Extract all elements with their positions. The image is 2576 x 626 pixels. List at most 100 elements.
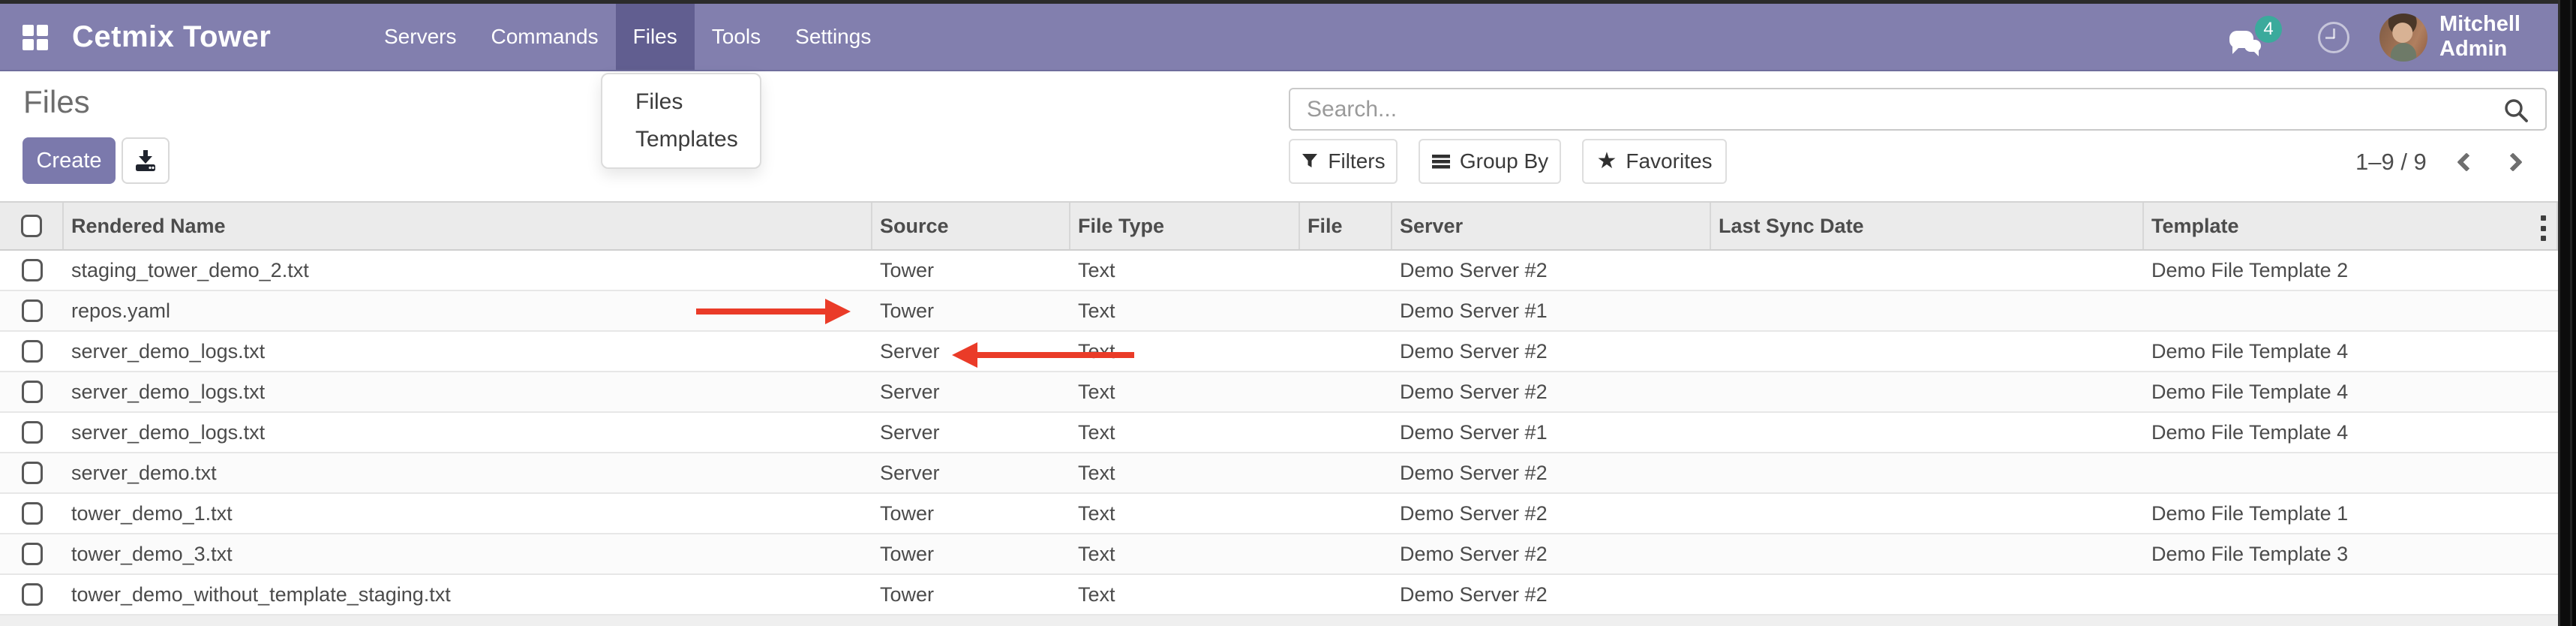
cell-source[interactable]: Server [872,453,1070,492]
cell-file-type[interactable]: Text [1070,453,1300,492]
user-menu[interactable]: Mitchell Admin [2439,4,2576,70]
cell-file-type[interactable]: Text [1070,251,1300,290]
cell-file-type[interactable]: Text [1070,494,1300,533]
cell-rendered-name[interactable]: tower_demo_3.txt [64,534,872,573]
cell-file[interactable] [1300,332,1392,371]
group-by-button[interactable]: Group By [1419,139,1561,184]
cell-server[interactable]: Demo Server #2 [1392,332,1711,371]
cell-template[interactable] [2144,453,2558,492]
table-row[interactable]: server_demo_logs.txt Server Text Demo Se… [0,413,2558,453]
cell-server[interactable]: Demo Server #2 [1392,453,1711,492]
cell-file[interactable] [1300,372,1392,411]
app-brand[interactable]: Cetmix Tower [72,4,271,70]
column-header-file-type[interactable]: File Type [1070,203,1300,249]
search-icon[interactable] [2503,98,2529,123]
cell-file[interactable] [1300,291,1392,330]
apps-grid-icon[interactable] [23,25,48,50]
menu-item-servers[interactable]: Servers [367,4,473,70]
cell-rendered-name[interactable]: server_demo.txt [64,453,872,492]
table-row[interactable]: server_demo_logs.txt Server Text Demo Se… [0,372,2558,413]
cell-file-type[interactable]: Text [1070,534,1300,573]
dropdown-item-files[interactable]: Files [602,83,760,121]
table-row[interactable]: tower_demo_1.txt Tower Text Demo Server … [0,494,2558,534]
filters-button[interactable]: Filters [1289,139,1398,184]
cell-file[interactable] [1300,251,1392,290]
cell-template[interactable]: Demo File Template 4 [2144,372,2558,411]
row-checkbox[interactable] [22,299,43,322]
table-row[interactable]: staging_tower_demo_2.txt Tower Text Demo… [0,251,2558,291]
column-header-template[interactable]: Template [2144,203,2558,249]
cell-template[interactable] [2144,575,2558,614]
column-header-file[interactable]: File [1300,203,1392,249]
row-checkbox[interactable] [22,583,43,606]
messages-count-badge[interactable]: 4 [2255,16,2282,43]
cell-source[interactable]: Server [872,372,1070,411]
cell-last-sync-date[interactable] [1711,453,2144,492]
cell-file-type[interactable]: Text [1070,332,1300,371]
table-row[interactable]: tower_demo_without_template_staging.txt … [0,575,2558,615]
cell-file[interactable] [1300,413,1392,452]
row-checkbox[interactable] [22,340,43,363]
cell-last-sync-date[interactable] [1711,332,2144,371]
search-input[interactable] [1290,89,2545,129]
cell-template[interactable]: Demo File Template 2 [2144,251,2558,290]
menu-item-files[interactable]: Files [616,4,695,70]
cell-source[interactable]: Tower [872,251,1070,290]
cell-file-type[interactable]: Text [1070,291,1300,330]
pagination-next-icon[interactable] [2503,152,2522,171]
column-header-source[interactable]: Source [872,203,1070,249]
user-avatar[interactable] [2379,14,2427,62]
cell-file[interactable] [1300,534,1392,573]
menu-item-tools[interactable]: Tools [695,4,778,70]
row-checkbox[interactable] [22,421,43,444]
cell-last-sync-date[interactable] [1711,291,2144,330]
download-button[interactable] [122,137,170,184]
cell-last-sync-date[interactable] [1711,494,2144,533]
cell-server[interactable]: Demo Server #2 [1392,534,1711,573]
dropdown-item-templates[interactable]: Templates [602,121,760,158]
row-checkbox[interactable] [22,462,43,484]
cell-server[interactable]: Demo Server #2 [1392,575,1711,614]
cell-source[interactable]: Server [872,413,1070,452]
table-row[interactable]: tower_demo_3.txt Tower Text Demo Server … [0,534,2558,575]
cell-server[interactable]: Demo Server #1 [1392,291,1711,330]
cell-file-type[interactable]: Text [1070,575,1300,614]
table-row[interactable]: server_demo.txt Server Text Demo Server … [0,453,2558,494]
cell-rendered-name[interactable]: server_demo_logs.txt [64,372,872,411]
row-checkbox[interactable] [22,381,43,403]
cell-server[interactable]: Demo Server #2 [1392,251,1711,290]
cell-file[interactable] [1300,453,1392,492]
cell-last-sync-date[interactable] [1711,372,2144,411]
cell-rendered-name[interactable]: staging_tower_demo_2.txt [64,251,872,290]
cell-rendered-name[interactable]: tower_demo_without_template_staging.txt [64,575,872,614]
select-all-checkbox[interactable] [21,215,42,237]
cell-source[interactable]: Tower [872,534,1070,573]
cell-template[interactable]: Demo File Template 4 [2144,332,2558,371]
column-header-last-sync-date[interactable]: Last Sync Date [1711,203,2144,249]
cell-template[interactable] [2144,291,2558,330]
cell-template[interactable]: Demo File Template 3 [2144,534,2558,573]
cell-last-sync-date[interactable] [1711,413,2144,452]
cell-file[interactable] [1300,494,1392,533]
row-checkbox[interactable] [22,543,43,565]
optional-columns-toggle-icon[interactable] [2535,215,2550,241]
menu-item-settings[interactable]: Settings [778,4,888,70]
row-checkbox[interactable] [22,502,43,525]
cell-rendered-name[interactable]: server_demo_logs.txt [64,413,872,452]
cell-template[interactable]: Demo File Template 4 [2144,413,2558,452]
favorites-button[interactable]: ★ Favorites [1582,139,1727,184]
table-row[interactable]: repos.yaml Tower Text Demo Server #1 [0,291,2558,332]
cell-source[interactable]: Tower [872,291,1070,330]
cell-file-type[interactable]: Text [1070,372,1300,411]
activities-clock-icon[interactable] [2318,22,2349,53]
cell-last-sync-date[interactable] [1711,534,2144,573]
pagination-prev-icon[interactable] [2457,152,2475,171]
cell-rendered-name[interactable]: server_demo_logs.txt [64,332,872,371]
column-header-rendered-name[interactable]: Rendered Name [64,203,872,249]
cell-server[interactable]: Demo Server #2 [1392,372,1711,411]
cell-file-type[interactable]: Text [1070,413,1300,452]
cell-rendered-name[interactable]: tower_demo_1.txt [64,494,872,533]
cell-last-sync-date[interactable] [1711,575,2144,614]
cell-last-sync-date[interactable] [1711,251,2144,290]
cell-source[interactable]: Tower [872,575,1070,614]
